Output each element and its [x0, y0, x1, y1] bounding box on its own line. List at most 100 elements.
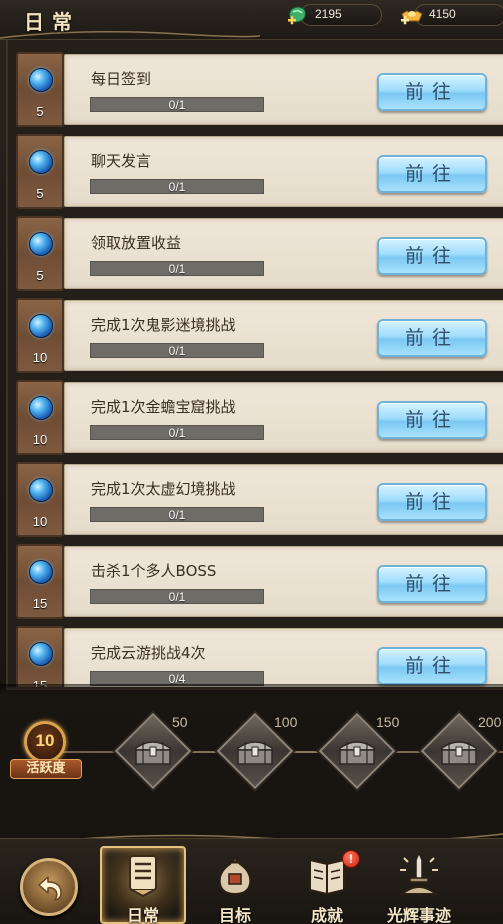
task-row: 5 领取放置收益 0/1 前往 — [16, 216, 503, 291]
task-card: 完成1次太虚幻境挑战 0/1 前往 — [64, 464, 503, 535]
gold-ingot-plus-icon — [401, 10, 423, 25]
reward-amount: 5 — [36, 104, 44, 119]
task-row: 15 击杀1个多人BOSS 0/1 前往 — [16, 544, 503, 619]
task-row: 10 完成1次太虚幻境挑战 0/1 前往 — [16, 462, 503, 537]
activity-reward-chest[interactable]: 150 — [318, 712, 400, 792]
milestone-value: 200 — [478, 714, 502, 730]
sword-monument-icon — [399, 851, 439, 895]
reward-badge: 5 — [16, 52, 64, 127]
spirit-orb-icon — [29, 396, 53, 420]
progress-text: 0/1 — [168, 426, 186, 440]
task-card: 领取放置收益 0/1 前往 — [64, 218, 503, 289]
progress-bar: 0/1 — [90, 589, 264, 604]
milestone-value: 50 — [172, 714, 188, 730]
treasure-chest-icon — [135, 741, 171, 765]
nav-tab-label: 目标 — [218, 906, 251, 924]
milestone-value: 150 — [376, 714, 400, 730]
activity-reward-chest[interactable]: 100 — [216, 712, 298, 792]
header-bar: 日常 2195 4150 — [0, 0, 503, 40]
spirit-orb-icon — [29, 68, 53, 92]
reward-badge: 15 — [16, 626, 64, 687]
progress-bar: 0/1 — [90, 343, 264, 358]
progress-bar: 0/1 — [90, 97, 264, 112]
daily-tasks-screen: 日常 2195 4150 5 每日签到 0/1 前往 5 聊天发言 0/1 前往 5 领取放置收益… — [0, 0, 503, 924]
notification-badge: ! — [342, 850, 360, 868]
activity-points-value: 10 — [35, 731, 55, 750]
progress-bar: 0/1 — [90, 179, 264, 194]
reward-amount: 5 — [36, 268, 44, 283]
reward-badge: 10 — [16, 380, 64, 455]
task-row: 15完成云游挑战4次0/4前往 — [16, 626, 503, 687]
nav-tab-label: 日常 — [126, 906, 159, 924]
nav-tab-label: 光辉事迹 — [386, 906, 451, 924]
nav-tab-1[interactable]: 目标 — [192, 846, 278, 924]
progress-text: 0/1 — [168, 98, 186, 112]
go-button[interactable]: 前往 — [377, 73, 487, 111]
spirit-orb-icon — [29, 232, 53, 256]
progress-text: 0/1 — [168, 508, 186, 522]
nav-tab-label: 成就 — [310, 906, 343, 924]
go-button[interactable]: 前往 — [377, 237, 487, 275]
progress-bar: 0/1 — [90, 507, 264, 522]
milestone-value: 100 — [274, 714, 298, 730]
jade-plus-icon — [288, 6, 306, 25]
go-button[interactable]: 前往 — [377, 565, 487, 603]
back-arrow-icon — [38, 876, 62, 901]
gold-amount: 4150 — [429, 7, 456, 21]
task-name: 完成1次金蟾宝窟挑战 — [91, 398, 236, 416]
scroll-list-icon — [129, 855, 157, 898]
go-button[interactable]: 前往 — [377, 155, 487, 193]
jade-amount: 2195 — [315, 7, 342, 21]
treasure-chest-icon — [237, 741, 273, 765]
task-list[interactable]: 5 每日签到 0/1 前往 5 聊天发言 0/1 前往 5 领取放置收益 0/1 前往 10 完成1次鬼影… — [6, 40, 503, 690]
nav-tab-3[interactable]: 光辉事迹 — [376, 846, 462, 924]
go-button[interactable]: 前往 — [377, 647, 487, 685]
activity-reward-chest[interactable]: 200 — [420, 712, 502, 792]
go-button[interactable]: 前往 — [377, 319, 487, 357]
task-card: 聊天发言 0/1 前往 — [64, 136, 503, 207]
reward-amount: 15 — [32, 596, 48, 611]
activity-points-label: 活跃度 — [10, 759, 82, 779]
task-name: 完成1次太虚幻境挑战 — [91, 480, 236, 498]
reward-badge: 10 — [16, 462, 64, 537]
reward-badge: 15 — [16, 544, 64, 619]
spirit-orb-icon — [29, 478, 53, 502]
spirit-orb-icon — [29, 560, 53, 584]
treasure-chest-icon — [339, 741, 375, 765]
task-name: 领取放置收益 — [91, 234, 182, 252]
gold-currency[interactable]: 4150 — [401, 4, 503, 26]
go-button[interactable]: 前往 — [377, 483, 487, 521]
treasure-chest-icon — [441, 741, 477, 765]
nav-tab-2[interactable]: ! 成就 — [284, 846, 370, 924]
spirit-orb-icon — [29, 150, 53, 174]
task-card: 完成1次鬼影迷境挑战 0/1 前往 — [64, 300, 503, 371]
task-card: 完成1次金蟾宝窟挑战 0/1 前往 — [64, 382, 503, 453]
progress-text: 0/1 — [168, 590, 186, 604]
reward-amount: 10 — [32, 350, 48, 365]
task-row: 5 聊天发言 0/1 前往 — [16, 134, 503, 209]
reward-badge: 5 — [16, 134, 64, 209]
reward-badge: 10 — [16, 298, 64, 373]
progress-bar: 0/1 — [90, 261, 264, 276]
task-name: 击杀1个多人BOSS — [91, 562, 217, 580]
progress-text: 0/1 — [168, 262, 186, 276]
money-bag-icon — [218, 856, 252, 896]
task-row: 10 完成1次鬼影迷境挑战 0/1 前往 — [16, 298, 503, 373]
list-bottom-shade — [0, 684, 503, 694]
activity-points-medal: 10 活跃度 — [10, 719, 82, 783]
back-button[interactable] — [20, 858, 78, 916]
go-button[interactable]: 前往 — [377, 401, 487, 439]
reward-amount: 10 — [32, 514, 48, 529]
task-name: 每日签到 — [91, 70, 152, 88]
task-row: 10 完成1次金蟾宝窟挑战 0/1 前往 — [16, 380, 503, 455]
nav-tab-0[interactable]: 日常 — [100, 846, 186, 924]
task-name: 完成云游挑战4次 — [91, 644, 206, 662]
reward-badge: 5 — [16, 216, 64, 291]
task-name: 完成1次鬼影迷境挑战 — [91, 316, 236, 334]
jade-currency[interactable]: 2195 — [288, 4, 382, 26]
page-title: 日常 — [24, 10, 80, 34]
task-row: 5 每日签到 0/1 前往 — [16, 52, 503, 127]
progress-text: 0/1 — [168, 180, 186, 194]
activity-reward-chest[interactable]: 50 — [114, 712, 192, 792]
activity-track: 10 活跃度 50 100 150 200 — [0, 694, 503, 824]
